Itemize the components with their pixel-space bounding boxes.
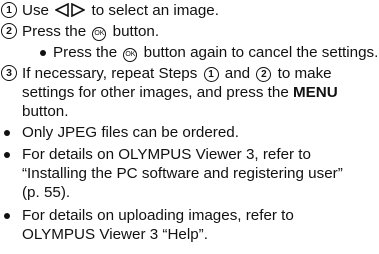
step-number-1: 1 (1, 2, 17, 18)
note-2-line-2: “Installing the PC software and register… (22, 165, 343, 182)
step-3-line1-b: and (224, 65, 251, 82)
step-number-2: 2 (1, 23, 17, 39)
step-2-sub-text-before: Press the (53, 44, 118, 61)
note-2-line-1: For details on OLYMPUS Viewer 3, refer t… (22, 146, 311, 163)
note-1-line-1: Only JPEG files can be ordered. (22, 124, 239, 141)
note-3-line-2: OLYMPUS Viewer 3 “Help”. (22, 226, 208, 243)
step-2-sub-text-after: button again to cancel the settings. (143, 44, 379, 61)
note-3-line-1: For details on uploading images, refer t… (22, 207, 294, 224)
step-2-text-before: Press the (22, 23, 87, 40)
step-3-line2-a: settings for other images, and press the (22, 84, 289, 101)
step-ref-1: 1 (203, 67, 219, 82)
bullet-icon (4, 130, 10, 136)
step-1-text-after: to select an image. (91, 2, 219, 19)
step-1-text-before: Use (22, 2, 50, 19)
step-3-line1-a: If necessary, repeat Steps (22, 65, 198, 82)
note-2-line-3: (p. 55). (22, 184, 71, 201)
step-ref-2: 2 (256, 67, 272, 82)
ok-button-icon: OK (92, 27, 107, 41)
step-3-line3: button. (22, 103, 69, 120)
step-number-3: 3 (1, 65, 17, 81)
left-right-arrow-icon (55, 3, 86, 17)
bullet-icon (4, 152, 10, 158)
manual-page: 1 Use to select an image. 2 Press the OK… (0, 0, 379, 254)
menu-button-label: MENU (293, 84, 338, 101)
step-3-line1-c: to make (277, 65, 332, 82)
bullet-icon (4, 213, 10, 219)
ok-button-icon: OK (123, 48, 138, 62)
bullet-icon (40, 50, 46, 56)
step-2-text-after: button. (112, 23, 160, 40)
